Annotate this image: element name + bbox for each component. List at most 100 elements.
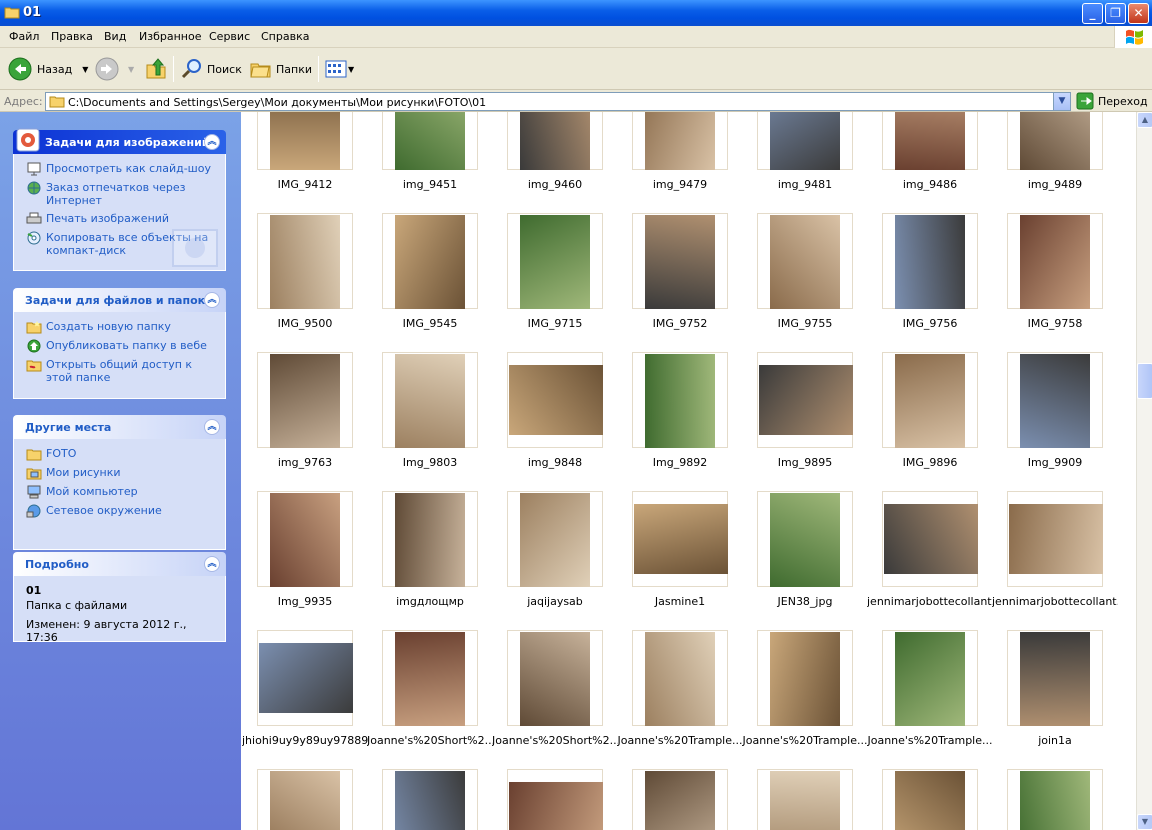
- other-places-header[interactable]: Другие места ︽: [13, 415, 226, 439]
- close-button[interactable]: ✕: [1128, 3, 1149, 24]
- collapse-chevron-icon[interactable]: ︽: [204, 134, 220, 150]
- file-name-label: IMG_9756: [902, 317, 958, 330]
- thumbnail[interactable]: [382, 491, 478, 587]
- thumbnail[interactable]: [882, 112, 978, 170]
- thumbnail[interactable]: [632, 630, 728, 726]
- place-my-computer-link[interactable]: Мой компьютер: [26, 485, 219, 499]
- scroll-thumb[interactable]: [1137, 363, 1152, 399]
- file-name-label: img_9489: [1027, 178, 1083, 191]
- thumbnail[interactable]: [1007, 213, 1103, 309]
- thumbnail[interactable]: [382, 213, 478, 309]
- thumbnail[interactable]: [507, 213, 603, 309]
- search-button[interactable]: Поиск: [180, 55, 242, 83]
- publish-web-link[interactable]: Опубликовать папку в вебе: [26, 339, 219, 353]
- thumbnail[interactable]: [382, 352, 478, 448]
- thumbnail[interactable]: [1007, 769, 1103, 830]
- thumbnail[interactable]: [757, 352, 853, 448]
- thumbnail[interactable]: [757, 630, 853, 726]
- menu-favorites[interactable]: Избранное: [139, 30, 201, 43]
- order-prints-link[interactable]: Заказ отпечатков через Интернет: [26, 181, 219, 207]
- back-label: Назад: [37, 62, 73, 76]
- folders-button[interactable]: Папки: [249, 55, 312, 83]
- go-arrow-icon: [1076, 92, 1094, 110]
- up-folder-button[interactable]: [144, 55, 168, 83]
- vertical-scrollbar[interactable]: ▲ ▼: [1136, 112, 1152, 830]
- menu-edit[interactable]: Правка: [51, 30, 93, 43]
- thumbnail[interactable]: [1007, 630, 1103, 726]
- thumbnail[interactable]: [1007, 112, 1103, 170]
- photo-preview: [895, 632, 965, 726]
- menu-file[interactable]: Файл: [9, 30, 39, 43]
- thumbnail[interactable]: [882, 630, 978, 726]
- thumbnail[interactable]: [507, 352, 603, 448]
- photo-preview: [520, 112, 590, 170]
- title-bar[interactable]: 01 _ ❐ ✕: [0, 0, 1152, 26]
- print-images-link[interactable]: Печать изображений: [26, 212, 219, 226]
- thumbnail[interactable]: [257, 630, 353, 726]
- share-folder-link[interactable]: Открыть общий доступ к этой папке: [26, 358, 219, 384]
- collapse-chevron-icon[interactable]: ︽: [204, 419, 220, 435]
- menu-tools[interactable]: Сервис: [209, 30, 250, 43]
- details-header[interactable]: Подробно ︽: [13, 552, 226, 576]
- thumbnail[interactable]: [507, 112, 603, 170]
- thumbnail[interactable]: [257, 213, 353, 309]
- other-places-body: FOTO Мои рисунки Мой компьютер Сетевое о…: [13, 439, 226, 550]
- thumbnail[interactable]: [632, 213, 728, 309]
- photo-preview: [1009, 504, 1103, 574]
- thumbnail[interactable]: [257, 769, 353, 830]
- file-name-label: Img_9892: [652, 456, 708, 469]
- scroll-down-button[interactable]: ▼: [1137, 814, 1152, 830]
- photo-preview: [520, 493, 590, 587]
- thumbnail[interactable]: [507, 630, 603, 726]
- thumbnail[interactable]: [882, 213, 978, 309]
- place-my-pictures-link[interactable]: Мои рисунки: [26, 466, 219, 480]
- thumbnail[interactable]: [757, 112, 853, 170]
- details-panel: Подробно ︽ 01 Папка с файлами Изменен: 9…: [13, 552, 226, 644]
- thumbnail[interactable]: [632, 112, 728, 170]
- new-folder-link[interactable]: Создать новую папку: [26, 320, 219, 334]
- thumbnail[interactable]: [382, 630, 478, 726]
- photo-preview: [509, 782, 603, 830]
- maximize-button[interactable]: ❐: [1105, 3, 1126, 24]
- file-view[interactable]: IMG_9412 img_9451 img_9460 img_9479 img_9481…: [241, 112, 1136, 830]
- thumbnail[interactable]: [632, 769, 728, 830]
- collapse-chevron-icon[interactable]: ︽: [204, 292, 220, 308]
- other-places-panel: Другие места ︽ FOTO Мои рисунки Мой комп…: [13, 415, 226, 550]
- thumbnail[interactable]: [1007, 491, 1103, 587]
- go-button[interactable]: Переход: [1076, 92, 1148, 110]
- thumbnail[interactable]: [257, 491, 353, 587]
- place-foto-link[interactable]: FOTO: [26, 447, 219, 461]
- views-button[interactable]: ▼: [324, 55, 354, 83]
- thumbnail[interactable]: [507, 769, 603, 830]
- thumbnail[interactable]: [632, 491, 728, 587]
- thumbnail[interactable]: [757, 213, 853, 309]
- thumbnail[interactable]: [757, 491, 853, 587]
- address-dropdown-button[interactable]: ▼: [1053, 93, 1070, 110]
- thumbnail[interactable]: [257, 112, 353, 170]
- thumbnail[interactable]: [507, 491, 603, 587]
- thumbnail[interactable]: [382, 769, 478, 830]
- thumbnail[interactable]: [882, 491, 978, 587]
- back-dropdown-icon[interactable]: ▼: [82, 65, 88, 74]
- new-folder-icon: [26, 321, 42, 334]
- scroll-up-button[interactable]: ▲: [1137, 112, 1152, 128]
- image-tasks-header[interactable]: Задачи для изображений ︽: [13, 128, 226, 154]
- thumbnail[interactable]: [757, 769, 853, 830]
- thumbnail[interactable]: [382, 112, 478, 170]
- forward-button[interactable]: ▼: [95, 55, 134, 83]
- thumbnail[interactable]: [882, 352, 978, 448]
- menu-view[interactable]: Вид: [104, 30, 126, 43]
- menu-help[interactable]: Справка: [261, 30, 309, 43]
- thumbnail[interactable]: [257, 352, 353, 448]
- back-button[interactable]: Назад ▼: [8, 55, 88, 83]
- thumbnail[interactable]: [632, 352, 728, 448]
- minimize-button[interactable]: _: [1082, 3, 1103, 24]
- slideshow-link[interactable]: Просмотреть как слайд-шоу: [26, 162, 219, 176]
- place-network-link[interactable]: Сетевое окружение: [26, 504, 219, 518]
- image-tasks-body: Просмотреть как слайд-шоу Заказ отпечатк…: [13, 154, 226, 271]
- thumbnail[interactable]: [1007, 352, 1103, 448]
- thumbnail[interactable]: [882, 769, 978, 830]
- file-tasks-header[interactable]: Задачи для файлов и папок ︽: [13, 288, 226, 312]
- address-field[interactable]: C:\Documents and Settings\Sergey\Мои док…: [45, 92, 1071, 111]
- collapse-chevron-icon[interactable]: ︽: [204, 556, 220, 572]
